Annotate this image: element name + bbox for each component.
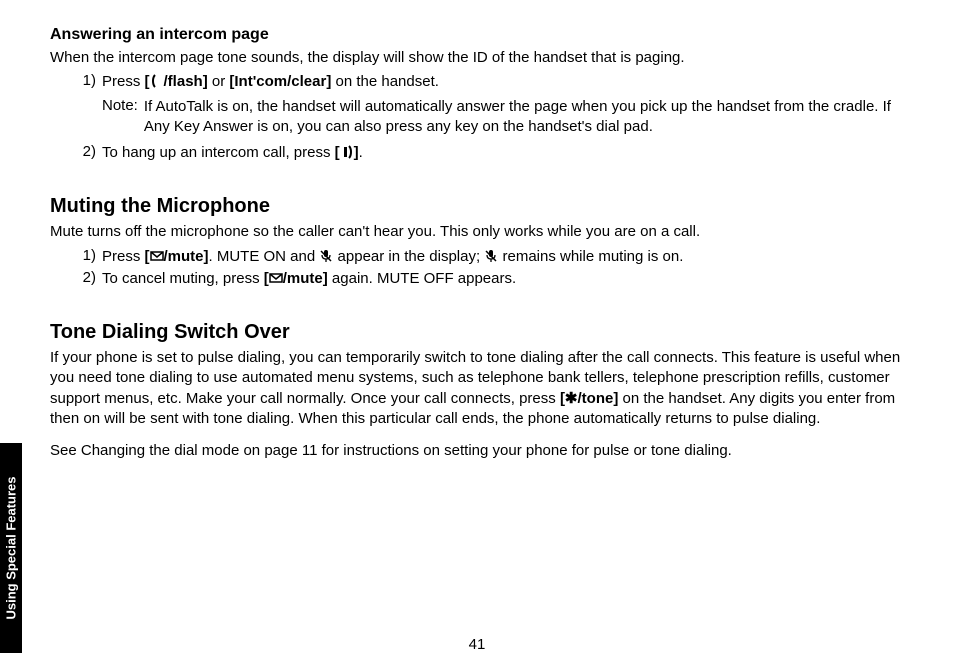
key-flash: [/flash] <box>145 73 208 90</box>
end-icon <box>340 145 354 159</box>
step-1: 1) Press [/flash] or [Int'com/clear] on … <box>72 72 904 92</box>
envelope-icon <box>150 249 164 263</box>
heading-answering-intercom: Answering an intercom page <box>50 26 904 44</box>
text: again. MUTE OFF appears. <box>328 270 516 287</box>
step-number: 1) <box>72 72 102 92</box>
text: Press <box>102 73 145 90</box>
note-text: If AutoTalk is on, the handset will auto… <box>144 97 904 138</box>
page-content: Answering an intercom page When the inte… <box>0 0 954 461</box>
text: or <box>208 73 230 90</box>
text: remains while muting is on. <box>498 248 683 265</box>
step-number: 2) <box>72 269 102 289</box>
talk-icon <box>150 74 164 88</box>
key-mute: [/mute] <box>145 248 209 265</box>
intro-text: Mute turns off the microphone so the cal… <box>50 222 904 242</box>
text: . <box>359 144 363 161</box>
text: To cancel muting, press <box>102 270 264 287</box>
side-tab: Using Special Features <box>0 443 22 653</box>
mute-mic-icon <box>484 249 498 263</box>
page-number: 41 <box>0 636 954 653</box>
step-1: 1) Press [/mute]. MUTE ON and appear in … <box>72 247 904 267</box>
step-number: 1) <box>72 247 102 267</box>
text: To hang up an intercom call, press <box>102 144 335 161</box>
text: Press <box>102 248 145 265</box>
note: Note: If AutoTalk is on, the handset wil… <box>72 97 904 138</box>
intro-text: When the intercom page tone sounds, the … <box>50 48 904 68</box>
paragraph: See Changing the dial mode on page 11 fo… <box>50 441 904 461</box>
text: . MUTE ON and <box>209 248 320 265</box>
note-label: Note: <box>102 97 144 138</box>
text: appear in the display; <box>333 248 484 265</box>
paragraph: If your phone is set to pulse dialing, y… <box>50 348 904 429</box>
mute-mic-icon <box>319 249 333 263</box>
envelope-icon <box>269 271 283 285</box>
text: on the handset. <box>331 73 439 90</box>
step-2: 2) To cancel muting, press [/mute] again… <box>72 269 904 289</box>
step-2: 2) To hang up an intercom call, press []… <box>72 143 904 163</box>
key-mute: [/mute] <box>264 270 328 287</box>
key-end: [] <box>335 144 359 161</box>
key-intcom-clear: [Int'com/clear] <box>229 73 331 90</box>
step-number: 2) <box>72 143 102 163</box>
key-tone: [✱/tone] <box>560 390 618 407</box>
heading-muting: Muting the Microphone <box>50 195 904 218</box>
side-tab-label: Using Special Features <box>4 476 19 619</box>
heading-tone-dialing: Tone Dialing Switch Over <box>50 321 904 344</box>
